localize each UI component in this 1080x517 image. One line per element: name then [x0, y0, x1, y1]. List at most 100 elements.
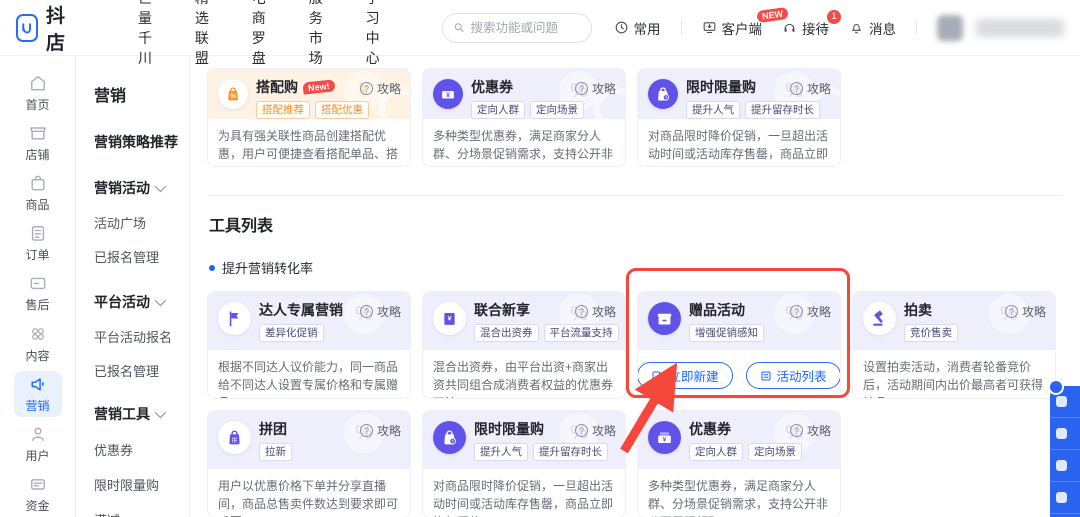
section-divider [207, 195, 1063, 196]
douyin-shop-logo-icon [16, 14, 38, 42]
sidebar-item-content[interactable]: 内容 [14, 321, 62, 367]
home-icon [28, 73, 48, 93]
divider [916, 20, 917, 35]
card-title: 搭配购 [256, 77, 298, 97]
menu-xuexi[interactable]: 学习中心 [366, 0, 386, 68]
sidebar-group-marketing-tools[interactable]: 营销工具 [94, 404, 189, 424]
sidebar-item-flash-sale[interactable]: 限时限量购 [94, 475, 189, 494]
card-description: 多种类型优惠券，满足商家分人群、分场景促销需求，支持公开非公开展现领取 [423, 119, 625, 167]
sidebar-group-activities[interactable]: 营销活动 [94, 178, 189, 198]
sidebar-item-home[interactable]: 首页 [14, 70, 62, 116]
guide-link[interactable]: 攻略 [790, 80, 831, 97]
svg-text:¥: ¥ [448, 315, 452, 322]
coupon-ticket-icon: ¥ [433, 302, 466, 335]
search-input[interactable] [471, 21, 581, 35]
sidebar-item-shop[interactable]: 店铺 [14, 120, 62, 166]
sidebar-item-strategy[interactable]: 营销策略推荐 [94, 132, 189, 152]
frequently-used-button[interactable]: 常用 [614, 18, 661, 38]
sidebar-item-coupon[interactable]: 优惠券 [94, 440, 189, 459]
tool-card-coupon[interactable]: % ¥ 优惠券 定向人群 定向场景 攻略 多种类型优惠券，满足商家分人群、分场景… [637, 410, 841, 517]
menu-jingxuan[interactable]: 精选联盟 [195, 0, 215, 68]
sidebar-item-enrolled-management[interactable]: 已报名管理 [94, 247, 189, 266]
reception-button[interactable]: 接待 1 [782, 18, 829, 38]
card-description: 为具有强关联性商品创建搭配优惠，用户可便捷查看搭配单品、搭配价格 [208, 119, 410, 167]
bell-icon [849, 20, 864, 35]
create-now-button[interactable]: 立即新建 [637, 362, 732, 389]
sidebar-item-users[interactable]: 用户 [14, 421, 62, 467]
panel-glyph-icon [1056, 428, 1067, 439]
card-title: 优惠券 [689, 419, 731, 439]
order-doc-icon [28, 223, 48, 243]
account-area[interactable] [937, 15, 1064, 41]
sidebar-item-funds[interactable]: 资金 [14, 471, 62, 517]
guide-question-icon [360, 82, 373, 95]
main-content: ¥ % 搭配购 New! 搭配推荐 搭配优惠 攻略 为具有强关联 [190, 56, 1080, 517]
tool-card-gift-activity[interactable]: % 赠品活动 增强促销感知 攻略 立即新建 活动列表 [637, 291, 841, 399]
sidebar-item-orders[interactable]: 订单 [14, 220, 62, 266]
flash-bag-icon [433, 421, 466, 454]
groupbuy-bag-icon: 拼 [218, 421, 251, 454]
card-tag: 竞价售卖 [904, 324, 958, 342]
activity-list-button[interactable]: 活动列表 [746, 362, 841, 389]
menu-fuwu[interactable]: 服务市场 [309, 0, 329, 68]
menu-luopan[interactable]: 电商罗盘 [252, 0, 272, 68]
brand-name: 抖店 [46, 1, 72, 55]
guide-link[interactable]: 攻略 [575, 80, 616, 97]
gift-icon [648, 302, 681, 335]
tool-card-joint-new-享[interactable]: % ¥ 联合新享 混合出资券 平台流量支持 攻略 混合出资券，由平台出资+商家出… [422, 291, 626, 399]
menu-juliang[interactable]: 巨量千川 [138, 0, 158, 68]
messages-button[interactable]: 消息 [849, 18, 896, 38]
floating-panel-item[interactable] [1050, 482, 1080, 514]
divider [681, 20, 682, 35]
card-tag: 平台流量支持 [544, 324, 619, 342]
guide-link[interactable]: 攻略 [790, 303, 831, 320]
guide-link[interactable]: 攻略 [575, 303, 616, 320]
top-navigation-bar: 抖店 巨量千川 精选联盟 电商罗盘 服务市场 学习中心 常用 客户端 NEW 接… [0, 0, 1080, 56]
guide-link[interactable]: 攻略 [360, 80, 401, 97]
bag-icon [28, 173, 48, 193]
guide-question-icon [575, 82, 588, 95]
guide-question-icon [575, 305, 588, 318]
sidebar-item-platform-signup[interactable]: 平台活动报名 [94, 327, 189, 346]
card-tag: 定向场景 [748, 443, 802, 461]
guide-link[interactable]: 攻略 [360, 422, 401, 439]
card-tag: 定向场景 [530, 101, 584, 119]
floating-quick-panel[interactable] [1050, 386, 1080, 517]
sidebar-title: 营销 [94, 82, 189, 106]
card-description: 对商品限时降价促销，一旦超出活动时间或活动库存售罄，商品立即恢复原价 [638, 119, 840, 167]
tool-card-exclusive-marketing[interactable]: % 达人专属营销 差异化促销 攻略 根据不同达人议价能力，同一商品给不同达人设置… [207, 291, 411, 399]
banner-card-flash-sale[interactable]: % 限时限量购 提升人气 提升留存时长 攻略 对商品限时降价促销，一旦超出活动时… [637, 68, 841, 167]
client-download-button[interactable]: 客户端 NEW [702, 18, 763, 38]
banner-card-coupon[interactable]: % ¥ 优惠券 定向人群 定向场景 攻略 多种类型优惠券，满足商家分人群、分场景… [422, 68, 626, 167]
sidebar-item-aftersale[interactable]: 售后 [14, 270, 62, 316]
tools-section-title: 工具列表 [209, 212, 1080, 236]
app-logo[interactable]: 抖店 [16, 1, 72, 55]
sidebar-item-activity-plaza[interactable]: 活动广场 [94, 213, 189, 232]
tool-card-flash-sale[interactable]: % 限时限量购 提升人气 提升留存时长 攻略 对商品限时降价促销，一旦超出活动时… [422, 410, 626, 517]
sidebar-item-goods[interactable]: 商品 [14, 170, 62, 216]
floating-panel-item[interactable] [1050, 450, 1080, 482]
guide-link[interactable]: 攻略 [790, 422, 831, 439]
card-tag: 混合出资券 [474, 324, 539, 342]
tools-section-subtitle: 提升营销转化率 [209, 258, 1080, 277]
guide-link[interactable]: 攻略 [1005, 303, 1046, 320]
sidebar-group-platform-activities[interactable]: 平台活动 [94, 292, 189, 312]
card-tag: 定向人群 [471, 101, 525, 119]
storefront-icon [28, 123, 48, 143]
sidebar-item-full-discount[interactable]: 满减 [94, 510, 189, 517]
list-icon [760, 370, 772, 382]
avatar [937, 15, 963, 41]
tool-card-auction[interactable]: % 拍卖 竞价售卖 攻略 设置拍卖活动，消费者轮番竞价后，活动期间内出价最高者可… [852, 291, 1056, 399]
sidebar-item-marketing[interactable]: 营销 [14, 371, 62, 417]
guide-link[interactable]: 攻略 [575, 422, 616, 439]
megaphone-icon [28, 374, 48, 394]
content-dots-icon [28, 324, 48, 344]
tool-card-group-buy[interactable]: % 拼 拼团 拉新 攻略 用户以优惠价格下单并分享直播间，商品总售卖件数达到要求… [207, 410, 411, 517]
floating-panel-item[interactable] [1050, 418, 1080, 450]
banner-card-bundle[interactable]: ¥ % 搭配购 New! 搭配推荐 搭配优惠 攻略 为具有强关联 [207, 68, 411, 167]
svg-text:%: % [230, 94, 236, 100]
guide-link[interactable]: 攻略 [360, 303, 401, 320]
sidebar-item-enrolled-management-2[interactable]: 已报名管理 [94, 361, 189, 380]
search-box[interactable] [442, 13, 592, 43]
wallet-icon [28, 474, 48, 494]
